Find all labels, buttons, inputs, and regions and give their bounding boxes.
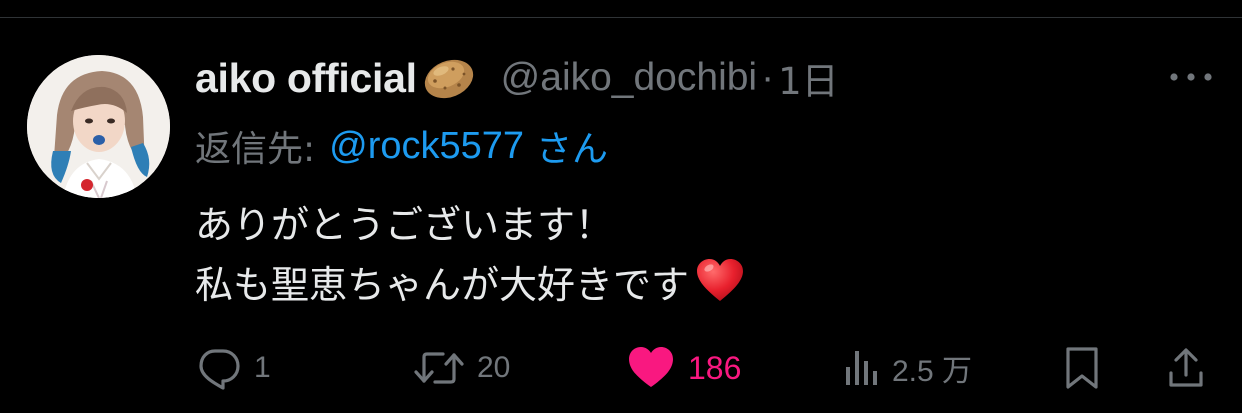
bookmark-icon (1066, 347, 1098, 389)
action-bar: 1 20 186 2.5 万 (0, 340, 1242, 396)
like-button[interactable]: 186 (626, 340, 741, 396)
tweet-text-line-2: 私も聖恵ちゃんが大好きです (195, 263, 690, 307)
red-heart-emoji-icon (695, 258, 745, 304)
retweet-button[interactable]: 20 (413, 340, 510, 396)
reply-count: 1 (254, 351, 271, 384)
more-options-button[interactable] (1166, 62, 1216, 92)
heart-filled-icon (629, 347, 673, 387)
share-icon (1169, 348, 1203, 387)
share-button[interactable] (1166, 340, 1206, 396)
retweet-icon (414, 352, 464, 384)
user-handle[interactable]: @aiko_dochibi (501, 56, 757, 100)
reply-context: 返信先: @rock5577 さん (195, 122, 609, 171)
views-button[interactable]: 2.5 万 (844, 340, 972, 396)
reply-mention-link[interactable]: @rock5577 (329, 125, 524, 168)
tweet-text-line-1: ありがとうございます！ (195, 203, 614, 247)
reply-button[interactable]: 1 (196, 340, 271, 396)
like-count: 186 (688, 349, 742, 386)
bookmark-button[interactable] (1062, 340, 1102, 396)
reply-icon (199, 349, 240, 390)
header-separator: · (761, 56, 775, 99)
timestamp[interactable]: 1日 (778, 51, 839, 105)
tweet-text-line: ありがとうございます！ (195, 195, 1195, 255)
top-divider (0, 17, 1242, 18)
avatar[interactable] (27, 55, 170, 198)
potato-emoji-icon (419, 55, 479, 101)
reply-to-label: 返信先: (195, 129, 316, 170)
views-icon (846, 351, 877, 385)
tweet-text-line: 私も聖恵ちゃんが大好きです (195, 255, 1195, 315)
display-name[interactable]: aiko official (195, 55, 417, 102)
more-dots-icon (1170, 73, 1212, 81)
reply-honorific: さん (536, 129, 609, 170)
retweet-count: 20 (477, 351, 511, 384)
tweet-text: ありがとうございます！ 私も聖恵ちゃんが大好きです (195, 195, 1195, 315)
views-count: 2.5 万 (892, 355, 973, 388)
tweet-header: aiko official @aiko_dochibi · 1日 (195, 52, 839, 104)
